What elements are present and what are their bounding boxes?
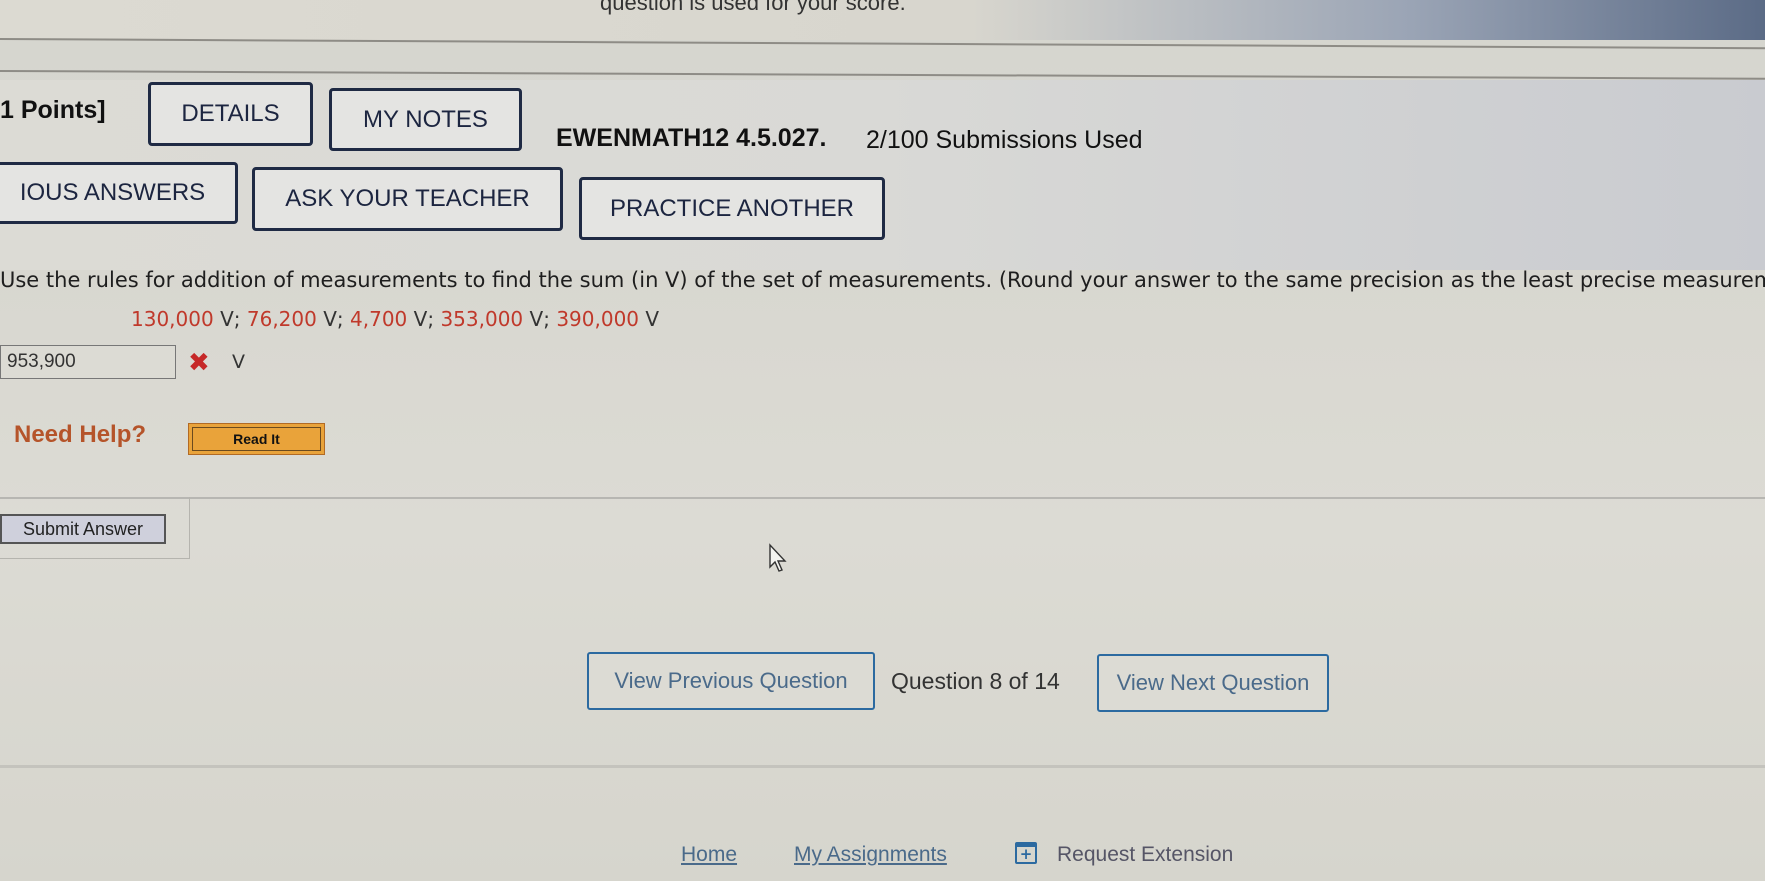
submit-panel <box>0 497 1765 597</box>
webassign-page: question is used for your score. 1 Point… <box>0 0 1765 881</box>
incorrect-x-icon: ✖ <box>188 348 210 378</box>
calendar-plus-icon[interactable]: + <box>1015 842 1037 864</box>
measurement-item: 353,000 V; <box>440 307 557 331</box>
measurement-item: 130,000 V; <box>131 307 247 331</box>
measurement-item: 390,000 V <box>556 307 660 331</box>
submissions-count: 2/100 Submissions Used <box>866 126 1143 154</box>
footer-divider <box>0 765 1765 768</box>
measurement-list: 130,000 V; 76,200 V; 4,700 V; 353,000 V;… <box>131 307 659 331</box>
question-id: EWENMATH12 4.5.027. <box>556 124 827 152</box>
details-button[interactable]: DETAILS <box>148 82 313 146</box>
question-counter: Question 8 of 14 <box>891 668 1060 694</box>
previous-answers-button[interactable]: IOUS ANSWERS <box>0 162 238 224</box>
view-next-question-button[interactable]: View Next Question <box>1097 654 1329 712</box>
answer-unit: V <box>232 351 245 373</box>
need-help-label: Need Help? <box>14 421 147 448</box>
measurement-item: 4,700 V; <box>350 307 441 331</box>
submit-answer-button[interactable]: Submit Answer <box>0 514 166 544</box>
read-it-button[interactable]: Read It <box>188 423 325 455</box>
request-extension-link[interactable]: Request Extension <box>1057 843 1233 867</box>
top-banner: question is used for your score. <box>0 0 1765 40</box>
ask-teacher-button[interactable]: ASK YOUR TEACHER <box>252 167 563 231</box>
my-notes-button[interactable]: MY NOTES <box>329 88 522 151</box>
divider <box>0 70 1765 80</box>
answer-input[interactable] <box>0 345 176 379</box>
question-prompt: Use the rules for addition of measuremen… <box>0 268 1765 292</box>
view-previous-question-button[interactable]: View Previous Question <box>587 652 875 710</box>
home-link[interactable]: Home <box>681 843 737 867</box>
measurement-item: 76,200 V; <box>246 307 351 331</box>
points-label: 1 Points] <box>0 96 106 124</box>
mouse-cursor-icon <box>769 543 787 572</box>
scoring-note: question is used for your score. <box>600 0 906 15</box>
my-assignments-link[interactable]: My Assignments <box>794 843 947 867</box>
practice-another-button[interactable]: PRACTICE ANOTHER <box>579 177 885 240</box>
